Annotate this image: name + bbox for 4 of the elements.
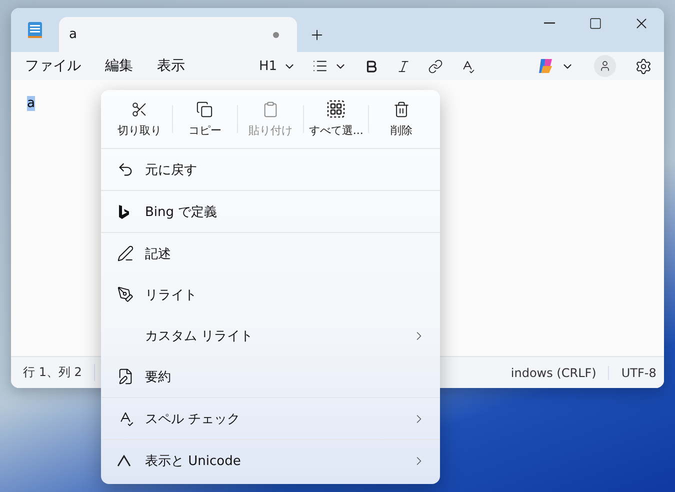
status-text: UTF-8 xyxy=(609,366,664,380)
status-text: 行 1、列 2 xyxy=(11,364,95,381)
tab-title: a xyxy=(69,27,77,42)
editor-text: a xyxy=(27,96,35,111)
